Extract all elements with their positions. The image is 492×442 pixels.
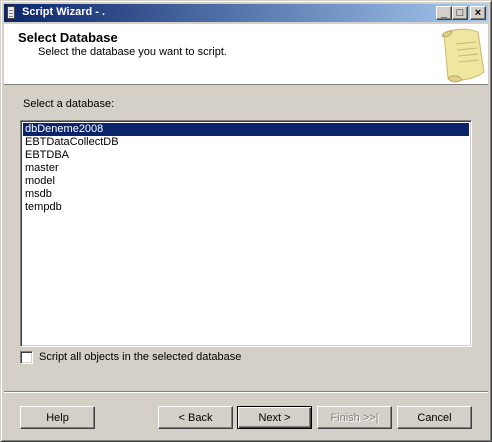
close-button[interactable]: × <box>470 6 486 20</box>
window-title: Script Wizard - . <box>22 6 106 18</box>
script-all-checkbox[interactable] <box>20 351 33 364</box>
database-list-item[interactable]: EBTDataCollectDB <box>23 136 469 149</box>
help-button[interactable]: Help <box>20 406 95 429</box>
maximize-button[interactable]: □ <box>452 6 468 20</box>
script-all-label[interactable]: Script all objects in the selected datab… <box>39 351 241 363</box>
database-list-item[interactable]: master <box>23 162 469 175</box>
next-button[interactable]: Next > <box>237 406 312 429</box>
database-listbox[interactable]: dbDeneme2008 EBTDataCollectDB EBTDBA master… <box>20 120 472 347</box>
database-list-item[interactable]: EBTDBA <box>23 149 469 162</box>
page-title: Select Database <box>18 30 118 45</box>
database-list-item[interactable]: tempdb <box>23 201 469 214</box>
script-wizard-app-icon <box>7 6 15 19</box>
back-button[interactable]: < Back <box>158 406 233 429</box>
page-subtitle: Select the database you want to script. <box>38 46 227 58</box>
database-list-item[interactable]: model <box>23 175 469 188</box>
minimize-button[interactable]: _ <box>436 6 452 20</box>
finish-button[interactable]: Finish >>| <box>317 406 392 429</box>
database-list-item[interactable]: msdb <box>23 188 469 201</box>
script-wizard-window: Script Wizard - . _ □ × Select Database … <box>0 0 492 442</box>
button-separator <box>4 391 488 393</box>
scroll-icon <box>441 28 485 83</box>
select-database-label: Select a database: <box>23 98 115 110</box>
cancel-button[interactable]: Cancel <box>397 406 472 429</box>
title-bar[interactable]: Script Wizard - . _ □ × <box>4 4 488 22</box>
wizard-header: Select Database Select the database you … <box>4 24 488 85</box>
database-list-item[interactable]: dbDeneme2008 <box>23 123 469 136</box>
